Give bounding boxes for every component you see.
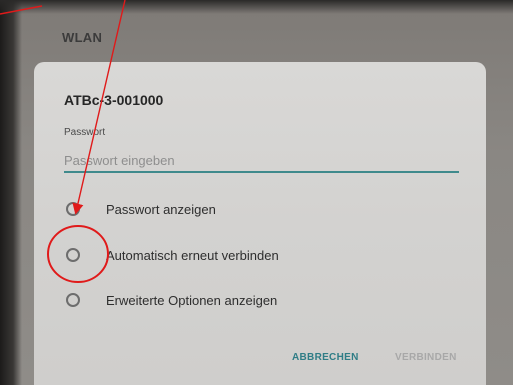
option-label: Passwort anzeigen [106,201,216,217]
cancel-button[interactable]: ABBRECHEN [292,352,359,363]
option-label: Erweiterte Optionen anzeigen [106,292,278,308]
wlan-section-title: WLAN [62,30,103,45]
radio-button[interactable] [66,248,80,262]
radio-button[interactable] [66,293,80,307]
connect-button[interactable]: VERBINDEN [395,352,457,363]
screen-top-shadow [0,0,513,14]
password-label: Passwort [64,127,106,138]
network-name: ATBc-3-001000 [64,92,164,108]
option-label: Automatisch erneut verbinden [106,247,279,263]
password-field[interactable] [64,149,459,173]
screen-bezel-shadow [0,0,22,385]
option-auto-reconnect[interactable]: Automatisch erneut verbinden [66,243,446,267]
radio-button[interactable] [66,202,80,216]
wifi-connect-dialog: ATBc-3-001000 Passwort Passwort anzeigen… [34,62,486,385]
option-advanced[interactable]: Erweiterte Optionen anzeigen [66,288,446,312]
option-show-password[interactable]: Passwort anzeigen [66,197,446,221]
